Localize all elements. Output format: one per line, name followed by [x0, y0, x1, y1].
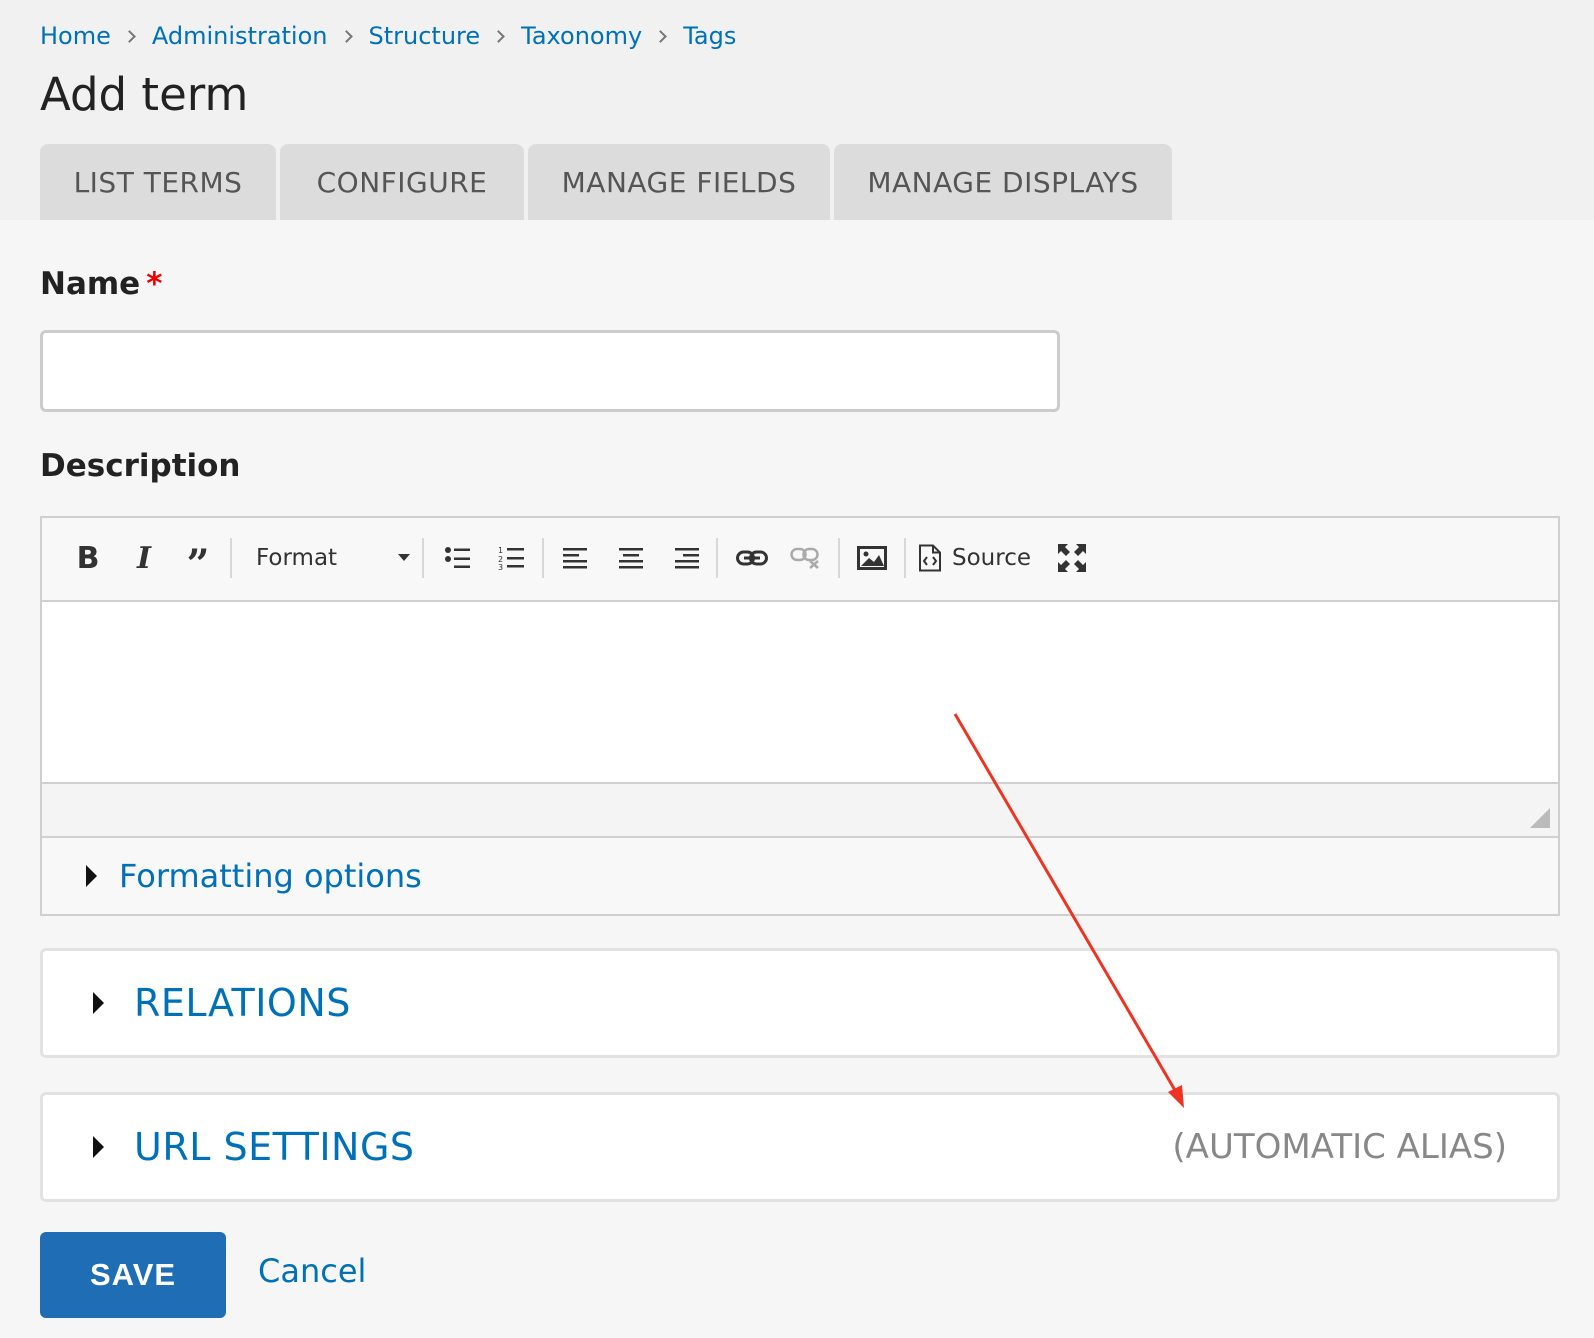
editor-resize-bar: [42, 784, 1558, 838]
toolbar-separator: [542, 538, 544, 578]
toolbar-separator: [716, 538, 718, 578]
primary-tabs: LIST TERMS CONFIGURE MANAGE FIELDS MANAG…: [40, 144, 1176, 220]
chevron-right-icon: [492, 29, 506, 43]
description-editor-area[interactable]: [42, 602, 1558, 784]
toolbar-separator: [838, 538, 840, 578]
svg-text:3: 3: [498, 563, 503, 571]
chevron-right-icon: [339, 29, 353, 43]
disclosure-triangle-icon: [93, 992, 104, 1014]
unlink-icon[interactable]: [786, 536, 826, 580]
name-label-text: Name: [40, 266, 141, 302]
maximize-icon[interactable]: [1054, 536, 1090, 580]
breadcrumb-home[interactable]: Home: [40, 22, 111, 50]
chevron-right-icon: [123, 29, 136, 43]
link-icon[interactable]: [732, 536, 772, 580]
formatting-options[interactable]: Formatting options: [42, 838, 1558, 914]
align-center-icon[interactable]: [613, 536, 649, 580]
required-marker: *: [146, 266, 163, 302]
save-button[interactable]: SAVE: [40, 1232, 226, 1318]
formatting-options-link[interactable]: Formatting options: [119, 857, 422, 895]
resize-grip-icon[interactable]: [1530, 808, 1550, 828]
editor-toolbar: B I ” Format 123 Source: [42, 518, 1558, 602]
align-right-icon[interactable]: [668, 536, 704, 580]
name-input[interactable]: [40, 330, 1060, 412]
breadcrumb-structure[interactable]: Structure: [369, 22, 481, 50]
cancel-link[interactable]: Cancel: [258, 1252, 366, 1290]
url-settings-summary: (AUTOMATIC ALIAS): [1172, 1127, 1507, 1167]
source-button[interactable]: Source: [918, 536, 1038, 580]
toolbar-separator: [904, 538, 906, 578]
description-editor: B I ” Format 123 Source Formatting optio…: [40, 516, 1560, 916]
name-label: Name *: [40, 266, 162, 302]
blockquote-icon[interactable]: ”: [178, 536, 218, 588]
relations-details[interactable]: RELATIONS: [40, 948, 1560, 1058]
format-dropdown[interactable]: Format: [244, 536, 414, 580]
toolbar-separator: [422, 538, 424, 578]
tab-list-terms[interactable]: LIST TERMS: [40, 144, 276, 220]
numbered-list-icon[interactable]: 123: [494, 536, 530, 580]
tab-configure[interactable]: CONFIGURE: [280, 144, 524, 220]
tab-manage-fields[interactable]: MANAGE FIELDS: [528, 144, 830, 220]
page-title: Add term: [40, 68, 249, 121]
breadcrumb-administration[interactable]: Administration: [152, 22, 328, 50]
image-icon[interactable]: [852, 536, 892, 580]
breadcrumb-tags[interactable]: Tags: [683, 22, 736, 50]
source-icon: [919, 544, 941, 572]
svg-text:1: 1: [498, 546, 503, 555]
format-dropdown-label: Format: [256, 545, 338, 571]
align-left-icon[interactable]: [558, 536, 594, 580]
breadcrumb: Home Administration Structure Taxonomy T…: [40, 22, 736, 50]
url-settings-details[interactable]: URL SETTINGS (AUTOMATIC ALIAS): [40, 1092, 1560, 1202]
disclosure-triangle-icon: [86, 865, 97, 887]
relations-title[interactable]: RELATIONS: [134, 981, 351, 1025]
toolbar-separator: [230, 538, 232, 578]
chevron-right-icon: [654, 29, 668, 43]
tab-manage-displays[interactable]: MANAGE DISPLAYS: [834, 144, 1172, 220]
page-header: Home Administration Structure Taxonomy T…: [0, 0, 1594, 220]
dropdown-caret-icon: [398, 554, 410, 561]
source-label: Source: [952, 545, 1031, 571]
description-label: Description: [40, 448, 241, 484]
breadcrumb-taxonomy[interactable]: Taxonomy: [521, 22, 642, 50]
bullet-list-icon[interactable]: [440, 536, 476, 580]
disclosure-triangle-icon: [93, 1136, 104, 1158]
url-settings-title[interactable]: URL SETTINGS: [134, 1125, 415, 1169]
bold-icon[interactable]: B: [70, 536, 106, 580]
italic-icon[interactable]: I: [126, 536, 162, 580]
